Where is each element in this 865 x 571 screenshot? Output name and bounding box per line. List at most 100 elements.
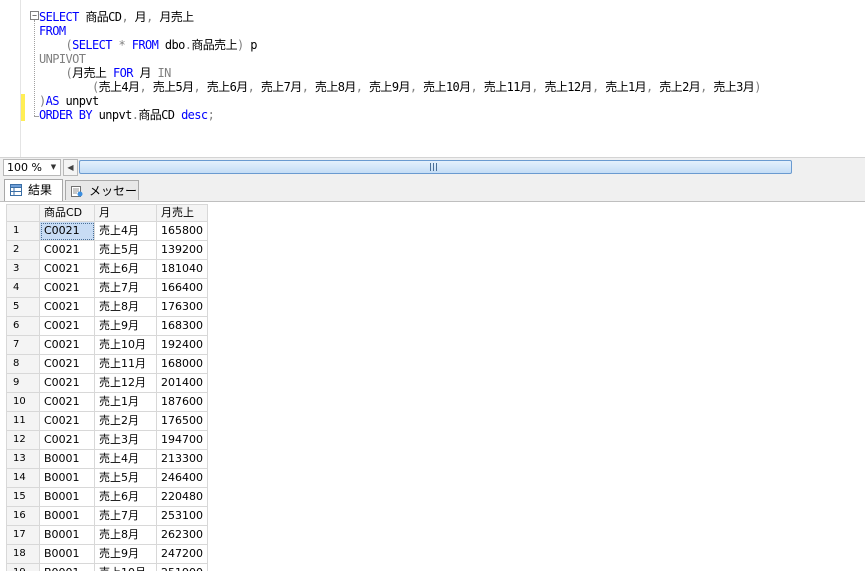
table-row[interactable]: 11 C0021 売上2月 176500	[6, 411, 208, 431]
grid-cell[interactable]: 246400	[156, 468, 208, 488]
grid-cell[interactable]: 売上6月	[94, 487, 157, 507]
code-line[interactable]: FROM	[39, 24, 66, 38]
grid-cell[interactable]: 181040	[156, 259, 208, 279]
row-number[interactable]: 8	[6, 354, 40, 374]
grid-cell[interactable]: C0021	[39, 221, 95, 241]
grid-cell[interactable]: 213300	[156, 449, 208, 469]
tab-results[interactable]: 結果	[4, 179, 63, 201]
horizontal-scrollbar-thumb[interactable]	[79, 160, 792, 174]
grid-cell[interactable]: C0021	[39, 373, 95, 393]
grid-cell[interactable]: 売上9月	[94, 544, 157, 564]
row-number[interactable]: 1	[6, 221, 40, 241]
results-grid[interactable]: 商品CD 月 月売上 1 C0021 売上4月 165800 2 C0021 売上5月 139…	[6, 204, 208, 571]
code-line[interactable]: (SELECT * FROM dbo.商品売上) p	[39, 38, 258, 52]
table-row[interactable]: 13 B0001 売上4月 213300	[6, 449, 208, 469]
code-line[interactable]: (月売上 FOR 月 IN	[39, 66, 172, 80]
grid-cell[interactable]: B0001	[39, 563, 95, 571]
grid-cell[interactable]: C0021	[39, 278, 95, 298]
table-row[interactable]: 4 C0021 売上7月 166400	[6, 278, 208, 298]
row-number[interactable]: 16	[6, 506, 40, 526]
grid-cell[interactable]: 194700	[156, 430, 208, 450]
table-row[interactable]: 18 B0001 売上9月 247200	[6, 544, 208, 564]
grid-cell[interactable]: 187600	[156, 392, 208, 412]
row-number[interactable]: 9	[6, 373, 40, 393]
grid-cell[interactable]: C0021	[39, 335, 95, 355]
grid-cell[interactable]: 251900	[156, 563, 208, 571]
grid-cell[interactable]: 売上10月	[94, 335, 157, 355]
table-row[interactable]: 9 C0021 売上12月 201400	[6, 373, 208, 393]
grid-cell[interactable]: C0021	[39, 392, 95, 412]
grid-cell[interactable]: 売上4月	[94, 449, 157, 469]
table-row[interactable]: 15 B0001 売上6月 220480	[6, 487, 208, 507]
table-row[interactable]: 10 C0021 売上1月 187600	[6, 392, 208, 412]
grid-cell[interactable]: 売上7月	[94, 278, 157, 298]
grid-cell[interactable]: C0021	[39, 259, 95, 279]
grid-cell[interactable]: 売上5月	[94, 468, 157, 488]
grid-cell[interactable]: 139200	[156, 240, 208, 260]
grid-cell[interactable]: 売上8月	[94, 297, 157, 317]
scroll-left-arrow-icon[interactable]: ◀	[63, 159, 78, 176]
grid-cell[interactable]: 売上2月	[94, 411, 157, 431]
grid-cell[interactable]: 165800	[156, 221, 208, 241]
grid-cell[interactable]: 253100	[156, 506, 208, 526]
table-row[interactable]: 17 B0001 売上8月 262300	[6, 525, 208, 545]
grid-cell[interactable]: 売上10月	[94, 563, 157, 571]
grid-cell[interactable]: 201400	[156, 373, 208, 393]
table-row[interactable]: 19B0001売上10月251900	[6, 563, 208, 571]
column-header[interactable]: 月	[94, 204, 157, 222]
grid-cell[interactable]: 売上11月	[94, 354, 157, 374]
column-header[interactable]: 月売上	[156, 204, 208, 222]
row-number[interactable]: 5	[6, 297, 40, 317]
row-number[interactable]: 12	[6, 430, 40, 450]
table-row[interactable]: 7 C0021 売上10月 192400	[6, 335, 208, 355]
grid-cell[interactable]: 166400	[156, 278, 208, 298]
grid-cell[interactable]: 売上1月	[94, 392, 157, 412]
grid-cell[interactable]: 売上9月	[94, 316, 157, 336]
grid-cell[interactable]: 220480	[156, 487, 208, 507]
code-line[interactable]: UNPIVOT	[39, 52, 86, 66]
grid-cell[interactable]: C0021	[39, 297, 95, 317]
row-number[interactable]: 13	[6, 449, 40, 469]
grid-cell[interactable]: B0001	[39, 506, 95, 526]
table-row[interactable]: 14 B0001 売上5月 246400	[6, 468, 208, 488]
results-grid-area[interactable]: 商品CD 月 月売上 1 C0021 売上4月 165800 2 C0021 売上5月 139…	[0, 202, 865, 571]
row-number[interactable]: 2	[6, 240, 40, 260]
column-header[interactable]: 商品CD	[39, 204, 95, 222]
grid-cell[interactable]: C0021	[39, 354, 95, 374]
grid-cell[interactable]: C0021	[39, 411, 95, 431]
tab-messages[interactable]: メッセージ	[65, 180, 139, 218]
row-number[interactable]: 18	[6, 544, 40, 564]
grid-cell[interactable]: 売上7月	[94, 506, 157, 526]
grid-cell[interactable]: 売上6月	[94, 259, 157, 279]
table-row[interactable]: 8 C0021 売上11月 168000	[6, 354, 208, 374]
grid-cell[interactable]: 262300	[156, 525, 208, 545]
table-row[interactable]: 1 C0021 売上4月 165800	[6, 221, 208, 241]
grid-cell[interactable]: B0001	[39, 487, 95, 507]
table-row[interactable]: 16 B0001 売上7月 253100	[6, 506, 208, 526]
grid-cell[interactable]: 売上5月	[94, 240, 157, 260]
query-editor[interactable]: − SELECT 商品CD, 月, 月売上 FROM (SELECT * FROM…	[0, 0, 865, 157]
row-number[interactable]: 10	[6, 392, 40, 412]
row-number-header[interactable]	[6, 204, 40, 222]
row-number[interactable]: 14	[6, 468, 40, 488]
grid-cell[interactable]: B0001	[39, 449, 95, 469]
grid-cell[interactable]: C0021	[39, 430, 95, 450]
collapse-toggle-icon[interactable]: −	[30, 11, 39, 20]
code-line[interactable]: ORDER BY unpvt.商品CD desc;	[39, 108, 215, 122]
table-row[interactable]: 2 C0021 売上5月 139200	[6, 240, 208, 260]
zoom-dropdown[interactable]: 100 % ▼	[3, 159, 61, 176]
grid-cell[interactable]: B0001	[39, 544, 95, 564]
grid-cell[interactable]: C0021	[39, 240, 95, 260]
grid-cell[interactable]: 売上4月	[94, 221, 157, 241]
grid-cell[interactable]: 192400	[156, 335, 208, 355]
table-row[interactable]: 3 C0021 売上6月 181040	[6, 259, 208, 279]
grid-cell[interactable]: 176300	[156, 297, 208, 317]
row-number[interactable]: 19	[6, 563, 40, 571]
table-row[interactable]: 12 C0021 売上3月 194700	[6, 430, 208, 450]
row-number[interactable]: 11	[6, 411, 40, 431]
row-number[interactable]: 15	[6, 487, 40, 507]
grid-cell[interactable]: B0001	[39, 468, 95, 488]
grid-cell[interactable]: 176500	[156, 411, 208, 431]
row-number[interactable]: 4	[6, 278, 40, 298]
row-number[interactable]: 7	[6, 335, 40, 355]
